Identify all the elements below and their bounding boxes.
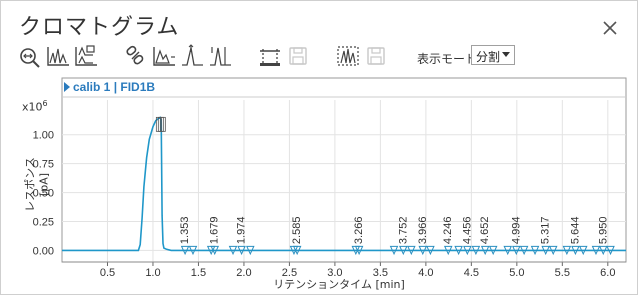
y-tick-label: 0.00 [33, 245, 54, 257]
peak-time-label: 3.966 [417, 217, 429, 245]
chromatogram-chart[interactable]: 0.5 1.0 1.5 2.0 2.5 3.0 3.5 4.0 4.5 5.0 5.5 6.00.00… [0, 0, 638, 295]
y-axis-label: レスポンス [pA] [23, 157, 51, 212]
peak-time-label: 5.317 [540, 217, 552, 245]
y-multiplier: x106 [22, 99, 48, 114]
y-tick-label: 1.00 [33, 130, 54, 142]
y-multiplier-exponent: 6 [42, 99, 48, 108]
chart-title: calib 1 | FID1B [64, 80, 155, 94]
peak-time-label: 5.950 [597, 217, 609, 245]
peak-time-label: 1.353 [179, 217, 191, 245]
peak-time-label: 4.994 [510, 217, 522, 245]
chart-title-text: calib 1 | FID1B [73, 80, 156, 94]
x-axis-label: リテンションタイム [min] [273, 278, 405, 291]
peak-time-label: 4.456 [461, 217, 473, 245]
peak-time-label: 1.974 [236, 217, 248, 245]
peak-time-label: 4.652 [479, 217, 491, 245]
peak-time-label: 3.266 [353, 217, 365, 245]
peak-time-label: 5.644 [569, 217, 581, 245]
peak-time-label: 3.752 [397, 217, 409, 245]
peak-time-label: 1.679 [209, 217, 221, 245]
collapse-triangle-icon[interactable] [64, 82, 70, 92]
peak-time-label: 4.246 [442, 217, 454, 245]
peak-time-label: 2.585 [291, 217, 303, 245]
